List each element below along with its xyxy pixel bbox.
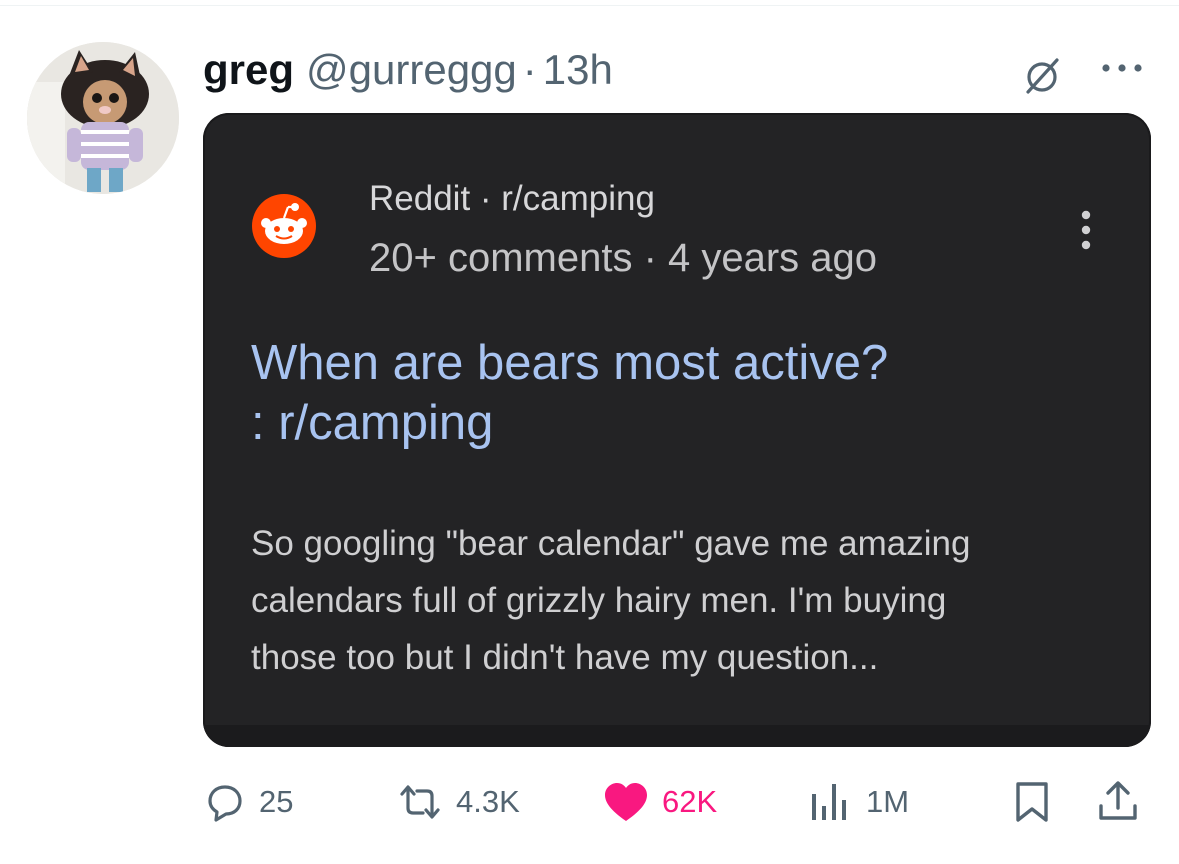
handle[interactable]: @gurreggg	[306, 40, 517, 100]
repost-icon	[400, 785, 440, 819]
views-button[interactable]: 1M	[808, 772, 909, 832]
post-snippet: So googling "bear calendar" gave me amaz…	[251, 515, 1121, 686]
post-title-line-2: : r/camping	[251, 396, 494, 450]
reply-button[interactable]: 25	[203, 772, 293, 832]
views-count: 1M	[866, 784, 910, 819]
post-source: Reddit · r/camping	[369, 179, 655, 218]
repost-button[interactable]: 4.3K	[396, 772, 520, 832]
bookmark-icon[interactable]	[1012, 780, 1052, 824]
share-icon[interactable]	[1096, 778, 1140, 824]
timestamp[interactable]: 13h	[543, 40, 613, 100]
display-name[interactable]: greg	[203, 40, 294, 100]
post-title: When are bears most active? : r/camping	[251, 333, 1111, 453]
avatar[interactable]	[27, 42, 179, 194]
post-snippet-line-2: calendars full of grizzly hairy men. I'm…	[251, 581, 947, 620]
reddit-logo-icon	[252, 194, 316, 258]
heart-filled-icon	[605, 783, 647, 821]
more-horizontal-icon[interactable]	[1098, 58, 1146, 78]
embedded-image-card[interactable]: Reddit · r/camping 20+ comments · 4 year…	[203, 113, 1151, 747]
top-divider	[0, 5, 1179, 6]
separator-dot: ·	[522, 46, 537, 93]
post-snippet-line-3: those too but I didn't have my question.…	[251, 638, 879, 677]
repost-count: 4.3K	[456, 784, 520, 819]
kebab-menu-icon	[1081, 210, 1091, 250]
reply-icon	[208, 785, 242, 822]
post-meta: 20+ comments · 4 years ago	[369, 236, 878, 280]
action-bar: 25 4.3K 62K 1M	[0, 772, 1179, 832]
views-chart-icon	[812, 784, 846, 820]
reply-count: 25	[259, 784, 294, 819]
like-button[interactable]: 62K	[602, 772, 717, 832]
cat-costume-avatar-image	[27, 42, 179, 194]
post-title-line-1: When are bears most active?	[251, 336, 889, 390]
grok-icon[interactable]	[1020, 54, 1064, 98]
like-count: 62K	[662, 784, 718, 819]
post-snippet-line-1: So googling "bear calendar" gave me amaz…	[251, 524, 971, 563]
card-bottom-band	[203, 725, 1151, 747]
tweet-header: greg @gurreggg · 13h	[203, 40, 613, 100]
